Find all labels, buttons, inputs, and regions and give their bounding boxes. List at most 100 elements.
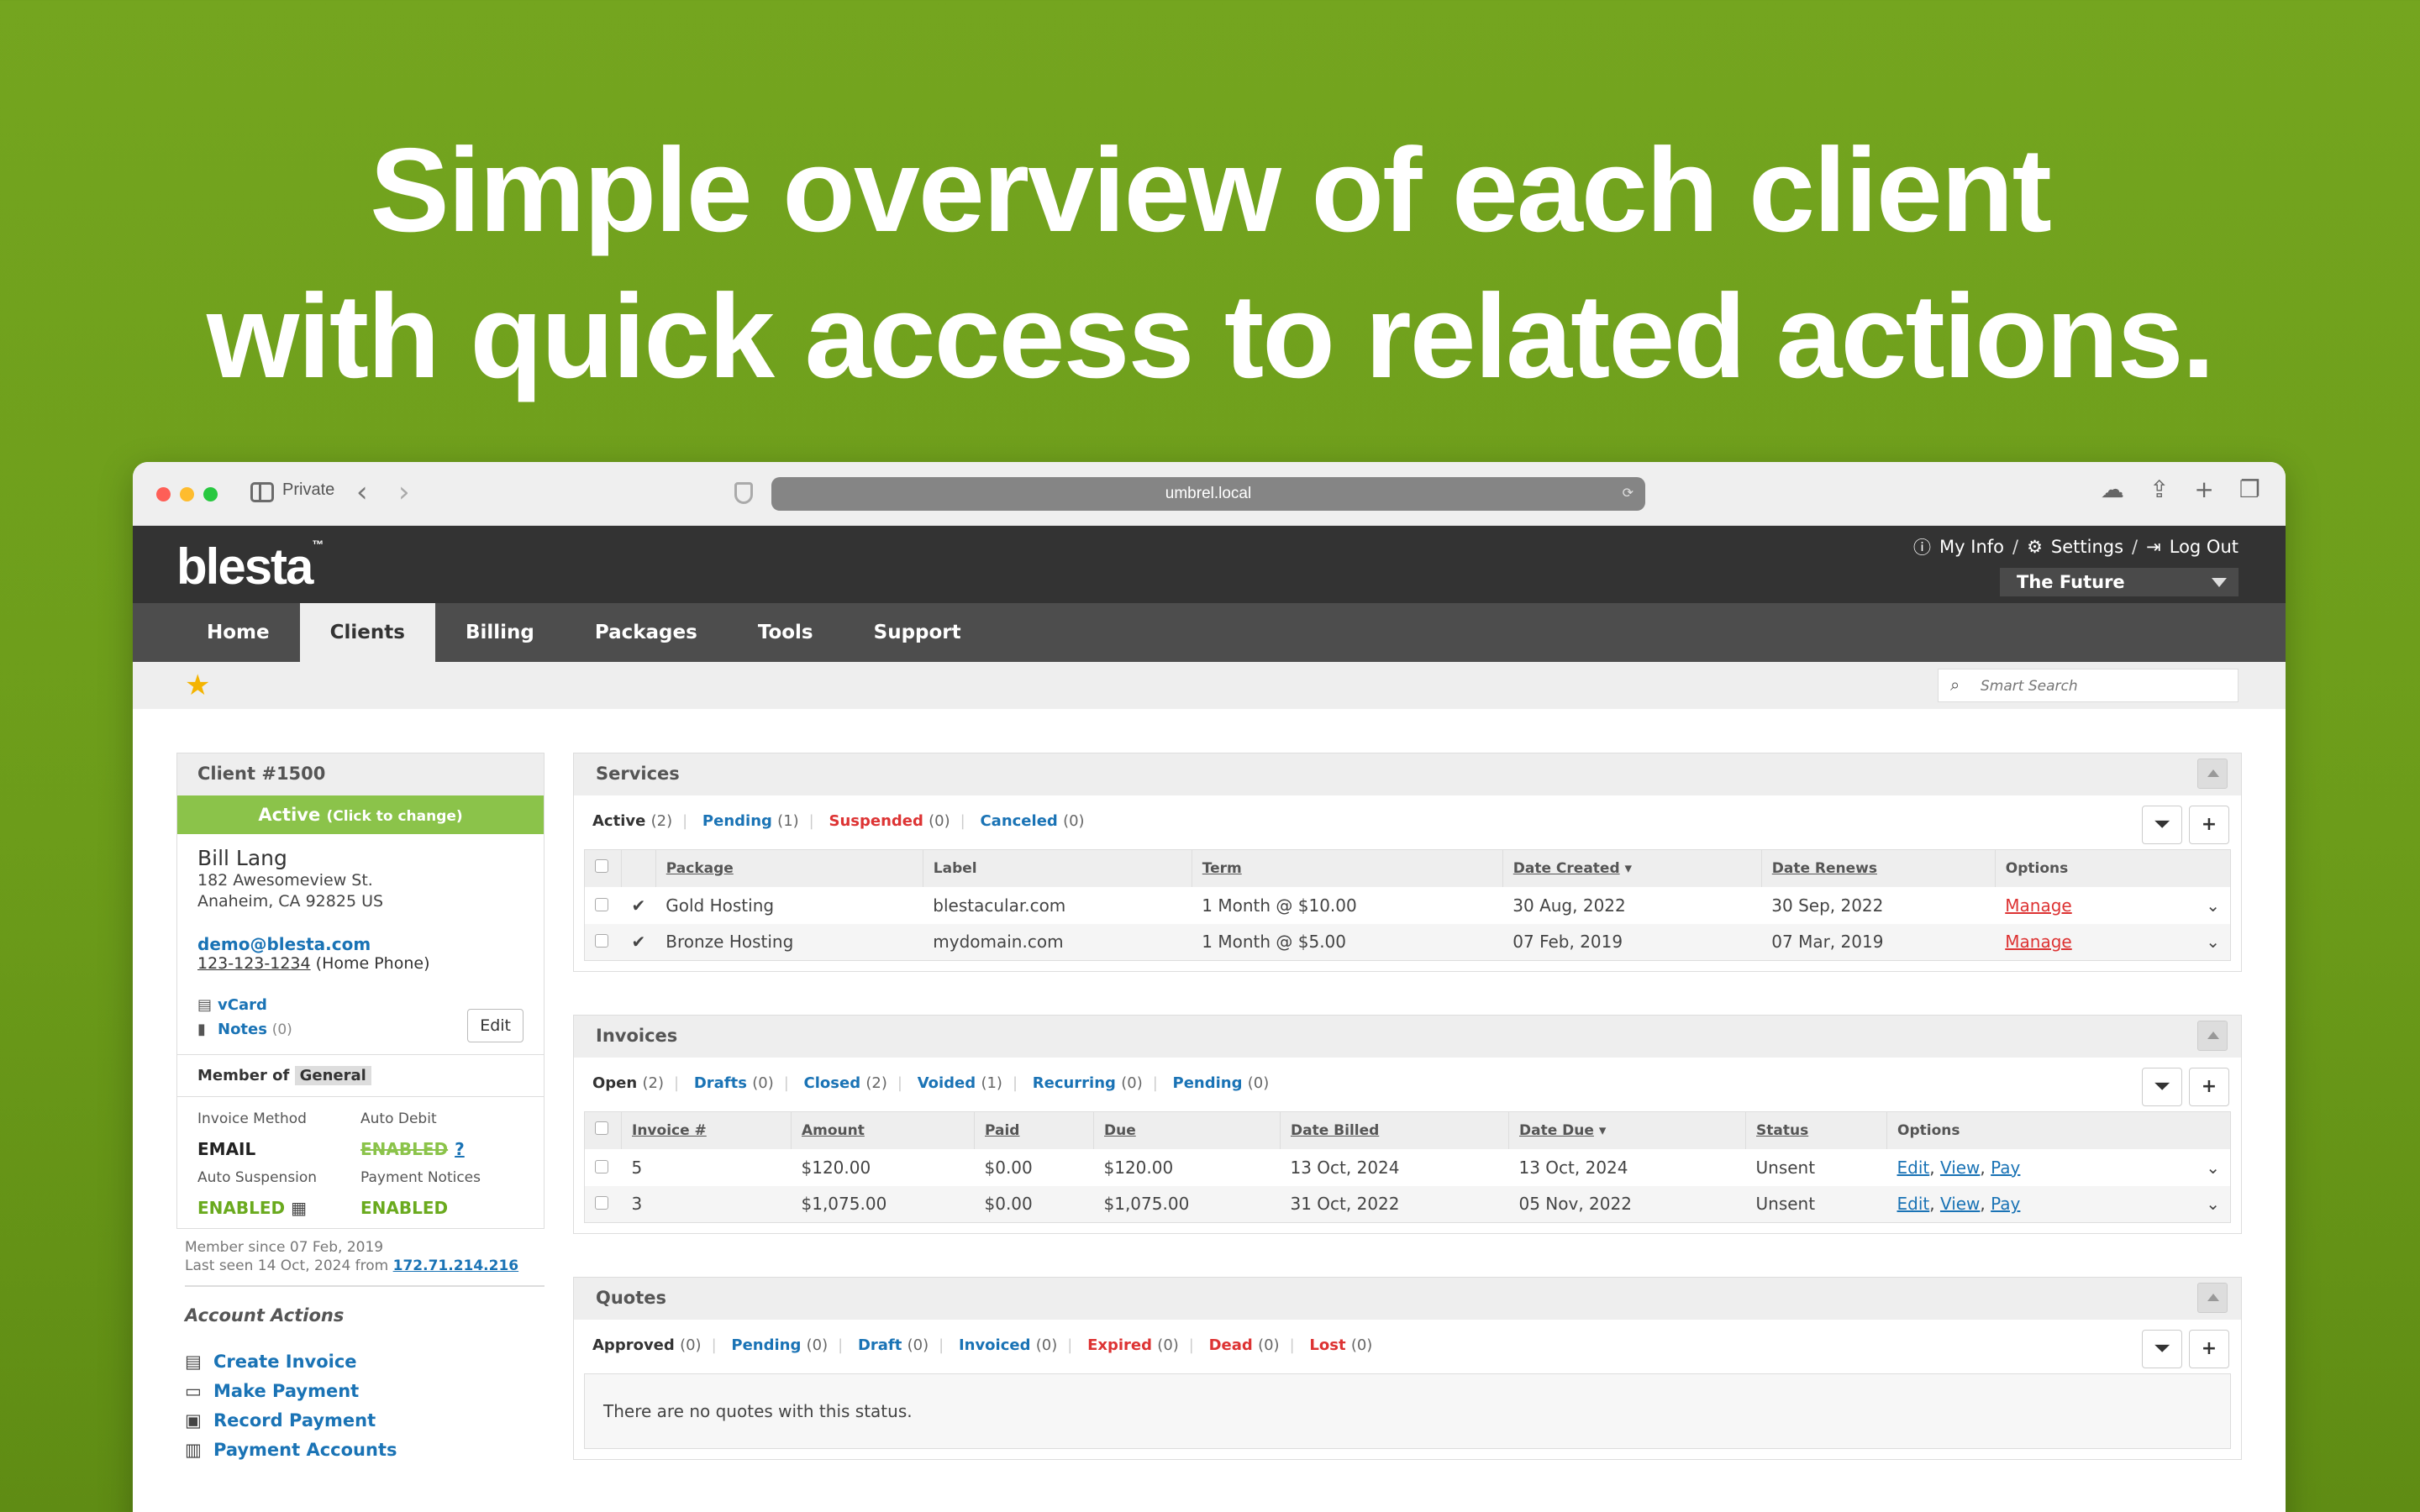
tab-home[interactable]: Home (176, 603, 300, 662)
checkbox[interactable] (595, 1121, 608, 1136)
filter-icon[interactable]: ⏷ (2142, 1068, 2182, 1106)
column-paid[interactable]: Paid (974, 1111, 1094, 1149)
chevron-down-icon[interactable]: ⌄ (2206, 1194, 2220, 1214)
filter-approved[interactable]: Approved (0) (592, 1336, 702, 1354)
calendar-icon[interactable]: ▦ (291, 1198, 307, 1218)
filter-pending[interactable]: Pending (1) (702, 812, 799, 830)
my-info-link[interactable]: My Info (1939, 537, 2004, 557)
notes-link[interactable]: Notes (218, 1021, 267, 1038)
checkbox[interactable] (595, 897, 608, 911)
blesta-logo[interactable]: blesta™ (176, 538, 324, 596)
row-select[interactable] (584, 1185, 622, 1223)
tab-packages[interactable]: Packages (565, 603, 728, 662)
minimize-window-button[interactable] (180, 487, 194, 501)
filter-pending[interactable]: Pending (0) (731, 1336, 828, 1354)
make-payment-link[interactable]: ▭ Make Payment (185, 1377, 397, 1406)
row-select[interactable] (584, 923, 622, 961)
filter-voided[interactable]: Voided (1) (918, 1074, 1002, 1092)
manage-link[interactable]: Manage (2005, 895, 2071, 916)
filter-expired[interactable]: Expired (0) (1087, 1336, 1179, 1354)
star-icon[interactable]: ★ (185, 669, 210, 702)
payment-accounts-link[interactable]: ▥ Payment Accounts (185, 1436, 397, 1465)
collapse-services-button[interactable] (2197, 759, 2228, 789)
pay-invoice-link[interactable]: Pay (1991, 1194, 2020, 1214)
chevron-down-icon[interactable]: ⌄ (2206, 895, 2220, 916)
last-seen-ip-link[interactable]: 172.71.214.216 (393, 1257, 519, 1274)
pay-invoice-link[interactable]: Pay (1991, 1158, 2020, 1178)
client-status-button[interactable]: Active (Click to change) (177, 795, 544, 834)
new-tab-icon[interactable]: + (2194, 475, 2213, 503)
column-invoice-number[interactable]: Invoice # (621, 1111, 792, 1149)
collapse-invoices-button[interactable] (2197, 1021, 2228, 1051)
column-term[interactable]: Term (1192, 849, 1503, 887)
tab-tools[interactable]: Tools (728, 603, 844, 662)
checkbox[interactable] (595, 1159, 608, 1173)
row-select[interactable] (585, 1149, 622, 1186)
checkbox[interactable] (595, 1196, 608, 1210)
create-invoice-link[interactable]: ▤ Create Invoice (185, 1347, 397, 1377)
view-invoice-link[interactable]: View (1940, 1158, 1980, 1178)
reload-icon[interactable]: ⟳ (1623, 477, 1634, 511)
column-date-renews[interactable]: Date Renews (1761, 849, 1996, 887)
edit-client-button[interactable]: Edit (467, 1009, 523, 1042)
edit-invoice-link[interactable]: Edit (1897, 1194, 1930, 1214)
filter-recurring[interactable]: Recurring (0) (1033, 1074, 1143, 1092)
checkbox[interactable] (595, 859, 608, 874)
log-out-link[interactable]: Log Out (2170, 537, 2238, 557)
filter-icon[interactable]: ⏷ (2142, 806, 2182, 844)
vcard-link[interactable]: vCard (218, 996, 267, 1014)
edit-invoice-link[interactable]: Edit (1897, 1158, 1930, 1178)
column-status[interactable]: Status (1745, 1111, 1887, 1149)
column-amount[interactable]: Amount (791, 1111, 975, 1149)
tabs-overview-icon[interactable]: ❐ (2239, 475, 2260, 503)
row-select[interactable] (585, 887, 622, 924)
chevron-down-icon[interactable]: ⌄ (2206, 1158, 2220, 1178)
close-window-button[interactable] (156, 487, 171, 501)
address-bar[interactable]: umbrel.local ⟳ (771, 477, 1645, 511)
filter-invoiced[interactable]: Invoiced (0) (959, 1336, 1057, 1354)
smart-search[interactable]: ⌕ (1938, 669, 2238, 702)
back-icon[interactable]: ‹ (356, 475, 368, 509)
filter-open[interactable]: Open (2) (592, 1074, 664, 1092)
cloud-icon[interactable]: ☁ (2101, 475, 2124, 503)
record-payment-link[interactable]: ▣ Record Payment (185, 1406, 397, 1436)
filter-suspended[interactable]: Suspended (0) (829, 812, 950, 830)
zoom-window-button[interactable] (203, 487, 218, 501)
add-invoice-button[interactable]: + (2189, 1068, 2229, 1106)
tab-support[interactable]: Support (844, 603, 992, 662)
search-input[interactable] (1981, 675, 2224, 697)
share-icon[interactable]: ⇪ (2149, 475, 2169, 503)
column-date-billed[interactable]: Date Billed (1280, 1111, 1509, 1149)
filter-draft[interactable]: Draft (0) (858, 1336, 929, 1354)
filter-pending[interactable]: Pending (0) (1173, 1074, 1270, 1092)
tab-clients[interactable]: Clients (299, 603, 435, 662)
column-date-due[interactable]: Date Due ▾ (1508, 1111, 1746, 1149)
add-quote-button[interactable]: + (2189, 1330, 2229, 1368)
filter-icon[interactable]: ⏷ (2142, 1330, 2182, 1368)
view-invoice-link[interactable]: View (1940, 1194, 1980, 1214)
client-phone-number[interactable]: 123-123-1234 (197, 954, 311, 973)
client-email-link[interactable]: demo@blesta.com (197, 934, 523, 954)
column-due[interactable]: Due (1093, 1111, 1281, 1149)
filter-closed[interactable]: Closed (2) (804, 1074, 887, 1092)
checkbox[interactable] (595, 934, 608, 948)
filter-drafts[interactable]: Drafts (0) (694, 1074, 774, 1092)
sidebar-toggle-icon[interactable] (250, 482, 274, 502)
forward-icon[interactable]: › (398, 475, 410, 509)
company-select[interactable]: The Future (2000, 568, 2238, 596)
select-all-checkbox[interactable] (584, 849, 622, 887)
shield-icon[interactable] (734, 482, 753, 504)
filter-dead[interactable]: Dead (0) (1209, 1336, 1280, 1354)
filter-canceled[interactable]: Canceled (0) (980, 812, 1084, 830)
chevron-down-icon[interactable]: ⌄ (2206, 932, 2220, 952)
collapse-quotes-button[interactable] (2197, 1283, 2228, 1313)
select-all-checkbox[interactable] (584, 1111, 622, 1149)
help-icon[interactable]: ? (455, 1139, 465, 1159)
settings-link[interactable]: Settings (2051, 537, 2123, 557)
column-package[interactable]: Package (655, 849, 923, 887)
column-date-created[interactable]: Date Created ▾ (1502, 849, 1762, 887)
filter-lost[interactable]: Lost (0) (1309, 1336, 1372, 1354)
tab-billing[interactable]: Billing (435, 603, 565, 662)
manage-link[interactable]: Manage (2005, 932, 2071, 952)
filter-active[interactable]: Active (2) (592, 812, 672, 830)
